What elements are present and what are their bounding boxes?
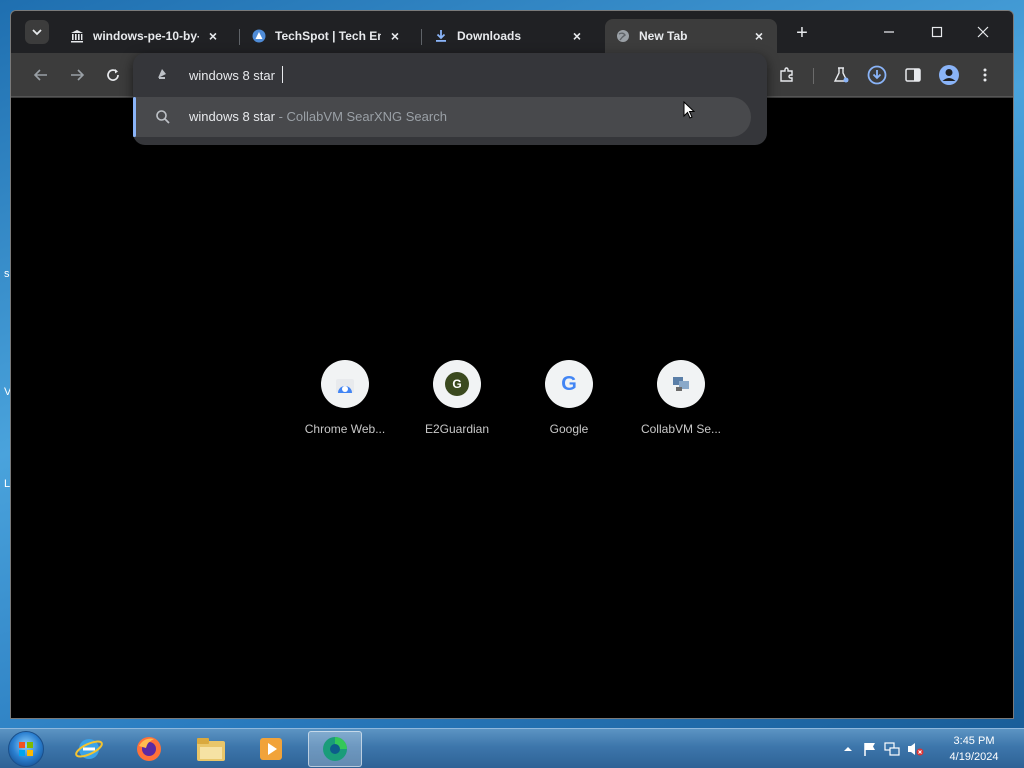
mouse-cursor-icon xyxy=(683,101,695,119)
profile-avatar-icon xyxy=(939,65,959,85)
google-icon: G xyxy=(545,360,593,408)
browser-app-icon xyxy=(323,737,347,761)
system-tray xyxy=(842,729,924,768)
shortcut-chrome-web-store[interactable]: Chrome Web... xyxy=(289,360,401,436)
collabvm-icon xyxy=(657,360,705,408)
desktop-icon-fragment: s xyxy=(4,268,10,280)
suggestion-query: windows 8 star xyxy=(189,109,275,124)
firefox-icon xyxy=(137,737,161,761)
taskbar-firefox[interactable] xyxy=(122,731,176,767)
close-icon[interactable]: × xyxy=(569,28,585,44)
volume-muted-icon[interactable] xyxy=(906,741,924,757)
shortcut-label: E2Guardian xyxy=(424,422,490,436)
folder-icon xyxy=(197,738,225,761)
start-button[interactable] xyxy=(8,731,44,767)
shortcut-google[interactable]: G Google xyxy=(513,360,625,436)
taskbar-browser[interactable] xyxy=(308,731,362,767)
e2guardian-letter: G xyxy=(445,372,469,396)
tab-separator xyxy=(421,29,422,45)
flask-icon xyxy=(833,67,849,83)
taskbar-ie[interactable] xyxy=(62,731,116,767)
show-hidden-icons-icon[interactable] xyxy=(842,743,854,755)
suggestion-text: windows 8 star - CollabVM SearXNG Search xyxy=(189,109,447,124)
close-icon[interactable]: × xyxy=(387,28,403,44)
forward-button[interactable] xyxy=(65,63,89,87)
close-icon[interactable]: × xyxy=(205,28,221,44)
extensions-button[interactable] xyxy=(775,63,799,87)
reload-button[interactable] xyxy=(101,63,125,87)
minimize-icon xyxy=(884,31,894,33)
internet-explorer-icon xyxy=(75,739,103,759)
puzzle-icon xyxy=(780,67,793,82)
menu-button[interactable] xyxy=(973,63,997,87)
download-status-button[interactable] xyxy=(865,63,889,87)
tab-title: Downloads xyxy=(457,29,522,43)
selection-indicator xyxy=(133,97,136,137)
download-icon xyxy=(433,28,449,44)
labs-button[interactable] xyxy=(829,63,853,87)
media-player-icon xyxy=(260,738,282,760)
techspot-icon xyxy=(251,28,267,44)
text-caret xyxy=(282,66,283,83)
side-panel-button[interactable] xyxy=(901,63,925,87)
close-icon xyxy=(977,26,989,38)
globe-icon xyxy=(615,28,631,44)
close-window-button[interactable] xyxy=(965,21,1001,43)
tab-title: windows-pe-10-by-a xyxy=(93,29,199,43)
windows-logo-icon xyxy=(19,742,33,756)
tab-search-button[interactable] xyxy=(25,20,49,44)
search-engine-icon xyxy=(158,69,166,79)
suggestion-source: - CollabVM SearXNG Search xyxy=(274,109,447,124)
back-button[interactable] xyxy=(29,63,53,87)
maximize-button[interactable] xyxy=(919,21,955,43)
kebab-menu-icon xyxy=(983,68,987,82)
shortcut-label: Google xyxy=(549,422,589,436)
search-icon xyxy=(156,110,170,124)
shortcut-label: CollabVM Se... xyxy=(640,422,722,436)
chrome-web-store-icon xyxy=(321,360,369,408)
arrow-right-icon xyxy=(71,69,85,81)
omnibox xyxy=(133,53,767,97)
tab-title: New Tab xyxy=(639,29,688,43)
tab-techspot[interactable]: TechSpot | Tech Enth × xyxy=(241,19,413,53)
arrow-left-icon xyxy=(33,69,47,81)
omnibox-input[interactable] xyxy=(189,65,589,85)
taskbar-explorer[interactable] xyxy=(184,731,238,767)
new-tab-page: Chrome Web... G E2Guardian G Google Coll… xyxy=(11,98,1013,718)
minimize-button[interactable] xyxy=(871,21,907,43)
new-tab-button[interactable]: + xyxy=(791,23,813,45)
tab-strip: windows-pe-10-by-a × TechSpot | Tech Ent… xyxy=(11,11,1013,53)
toolbar-divider xyxy=(813,68,814,84)
taskbar: 3:45 PM 4/19/2024 xyxy=(0,728,1024,768)
omnibox-dropdown: windows 8 star - CollabVM SearXNG Search xyxy=(133,53,767,145)
e2guardian-icon: G xyxy=(433,360,481,408)
taskbar-media-player[interactable] xyxy=(244,731,298,767)
chevron-down-icon xyxy=(32,29,42,36)
side-panel-icon xyxy=(905,68,921,82)
tab-downloads[interactable]: Downloads × xyxy=(423,19,595,53)
action-center-flag-icon[interactable] xyxy=(862,741,878,757)
taskbar-clock[interactable]: 3:45 PM 4/19/2024 xyxy=(940,733,1008,765)
shortcut-e2guardian[interactable]: G E2Guardian xyxy=(401,360,513,436)
clock-date: 4/19/2024 xyxy=(949,751,999,763)
tab-separator xyxy=(239,29,240,45)
close-icon[interactable]: × xyxy=(751,28,767,44)
omnibox-suggestion[interactable]: windows 8 star - CollabVM SearXNG Search xyxy=(133,97,751,137)
shortcut-label: Chrome Web... xyxy=(304,422,386,436)
tab-windows-pe[interactable]: windows-pe-10-by-a × xyxy=(59,19,231,53)
google-letter: G xyxy=(561,372,577,395)
clock-time: 3:45 PM xyxy=(953,735,995,747)
network-icon[interactable] xyxy=(884,741,900,757)
browser-window: windows-pe-10-by-a × TechSpot | Tech Ent… xyxy=(10,10,1014,719)
reload-icon xyxy=(107,69,119,81)
tab-title: TechSpot | Tech Enth xyxy=(275,29,381,43)
maximize-icon xyxy=(931,26,943,38)
profile-button[interactable] xyxy=(937,63,961,87)
download-progress-icon xyxy=(867,65,887,85)
tab-new-tab[interactable]: New Tab × xyxy=(605,19,777,53)
bank-icon xyxy=(69,28,85,44)
shortcut-collabvm[interactable]: CollabVM Se... xyxy=(625,360,737,436)
